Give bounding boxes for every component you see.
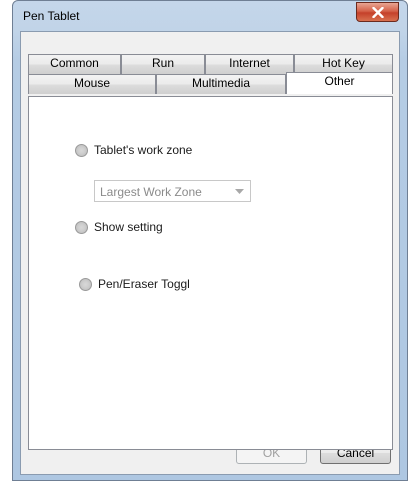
window-title: Pen Tablet <box>23 9 80 23</box>
show-setting-label: Show setting <box>94 220 163 234</box>
show-setting-radio[interactable]: Show setting <box>75 220 163 234</box>
tab-other-label: Other <box>324 74 355 88</box>
show-setting-radio-circle[interactable] <box>75 220 88 234</box>
close-button[interactable] <box>356 2 399 22</box>
pen-tablet-window: Pen Tablet Common Run Internet Hot Key M… <box>12 0 408 481</box>
screen: Pen Tablet Common Run Internet Hot Key M… <box>0 0 408 481</box>
work-zone-label: Tablet's work zone <box>94 143 193 157</box>
work-zone-dropdown[interactable]: Largest Work Zone <box>94 180 251 202</box>
tab-mouse[interactable]: Mouse <box>28 74 156 94</box>
pen-eraser-label: Pen/Eraser Toggl <box>98 277 190 291</box>
tab-multimedia[interactable]: Multimedia <box>156 74 286 94</box>
tab-common-label: Common <box>50 56 99 70</box>
close-icon <box>372 7 384 18</box>
chevron-down-icon <box>235 189 244 194</box>
title-bar[interactable]: Pen Tablet <box>13 1 407 31</box>
other-tab-page: Tablet's work zone Largest Work Zone Sho… <box>28 96 393 450</box>
tab-common[interactable]: Common <box>28 54 121 74</box>
tab-hot-key-label: Hot Key <box>322 56 365 70</box>
tab-internet[interactable]: Internet <box>205 54 294 74</box>
tab-other[interactable]: Other <box>286 72 393 94</box>
work-zone-dropdown-value: Largest Work Zone <box>100 185 202 199</box>
tab-run-label: Run <box>151 56 174 70</box>
pen-eraser-toggle-radio[interactable]: Pen/Eraser Toggl <box>79 277 190 291</box>
tab-hot-key[interactable]: Hot Key <box>294 54 393 74</box>
work-zone-radio[interactable]: Tablet's work zone <box>75 143 192 157</box>
tab-mouse-label: Mouse <box>73 76 111 90</box>
pen-eraser-radio-circle[interactable] <box>79 277 92 291</box>
tab-run[interactable]: Run <box>121 54 205 74</box>
work-zone-radio-circle[interactable] <box>75 143 88 157</box>
dialog-client-area: Common Run Internet Hot Key Mouse Multim… <box>20 31 400 475</box>
tab-multimedia-label: Multimedia <box>191 76 251 90</box>
tab-internet-label: Internet <box>229 56 270 70</box>
